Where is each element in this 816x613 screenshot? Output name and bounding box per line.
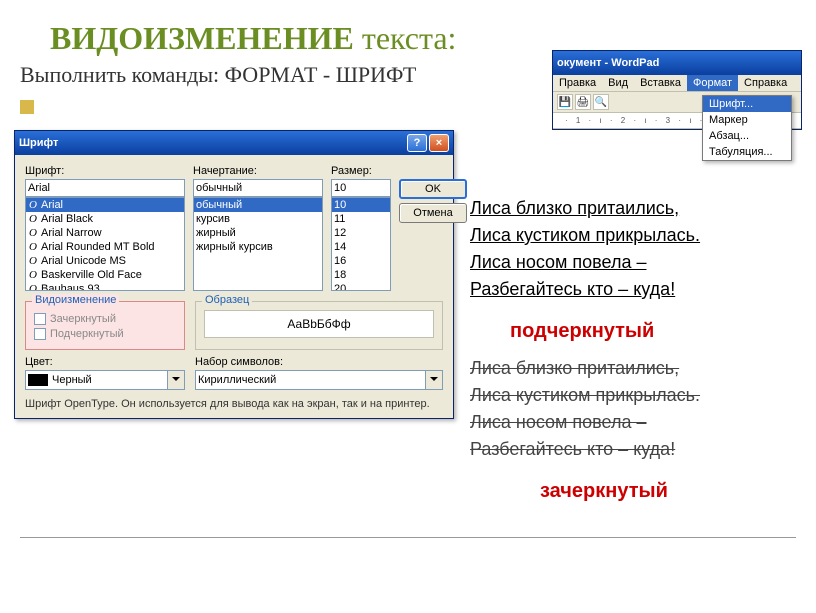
menu-edit[interactable]: Правка	[553, 75, 602, 91]
font-dialog: Шрифт ? × Шрифт: OArial OArial Black OAr…	[14, 130, 454, 419]
sample-label: Образец	[202, 294, 252, 306]
size-list[interactable]: 10 11 12 14 16 18 20	[331, 197, 391, 291]
strike-checkbox[interactable]: Зачеркнутый	[34, 313, 176, 325]
dropdown-paragraph[interactable]: Абзац...	[703, 128, 791, 144]
dropdown-font[interactable]: Шрифт...	[703, 96, 791, 112]
save-icon[interactable]: 💾	[557, 94, 573, 110]
poem-line: Лиса кустиком прикрылась.	[470, 382, 700, 409]
charset-combo[interactable]: Кириллический	[195, 370, 443, 390]
menu-view[interactable]: Вид	[602, 75, 634, 91]
slide-subtitle: Выполнить команды: ФОРМАТ - ШРИФТ	[20, 62, 416, 88]
menu-help[interactable]: Справка	[738, 75, 793, 91]
poem-line: Лиса близко притаились,	[470, 355, 700, 382]
style-item: жирный	[196, 227, 236, 239]
poem-strike: Лиса близко притаились, Лиса кустиком пр…	[470, 355, 700, 463]
underline-checkbox[interactable]: Подчеркнутый	[34, 328, 176, 340]
effects-group: Видоизменение Зачеркнутый Подчеркнутый	[25, 301, 185, 350]
dropdown-tabs[interactable]: Табуляция...	[703, 144, 791, 160]
charset-label: Набор символов:	[195, 356, 443, 368]
style-item: курсив	[196, 213, 230, 225]
wp-menubar: Правка Вид Вставка Формат Справка	[553, 75, 801, 92]
wp-title: окумент - WordPad	[557, 57, 659, 69]
font-item: Arial Narrow	[41, 227, 102, 239]
poem-line: Разбегайтесь кто – куда!	[470, 436, 700, 463]
cancel-button[interactable]: Отмена	[399, 203, 467, 223]
ok-button[interactable]: OK	[399, 179, 467, 199]
size-item: 12	[334, 227, 346, 239]
size-item: 11	[334, 213, 345, 225]
format-dropdown: Шрифт... Маркер Абзац... Табуляция...	[702, 95, 792, 161]
font-item: Baskerville Old Face	[41, 269, 142, 281]
size-item: 10	[334, 199, 346, 211]
dropdown-bullet[interactable]: Маркер	[703, 112, 791, 128]
font-item: Arial	[41, 199, 63, 211]
color-label: Цвет:	[25, 356, 185, 368]
poem-line: Лиса носом повела –	[470, 249, 700, 276]
size-input[interactable]	[331, 179, 391, 197]
label-strike: зачеркнутый	[540, 480, 668, 503]
sample-group: Образец АаВbБбФф	[195, 301, 443, 350]
poem-underlined: Лиса близко притаились, Лиса кустиком пр…	[470, 195, 700, 303]
preview-icon[interactable]: 🔍	[593, 94, 609, 110]
size-item: 18	[334, 269, 346, 281]
dialog-titlebar: Шрифт ? ×	[15, 131, 453, 155]
poem-line: Разбегайтесь кто – куда!	[470, 276, 700, 303]
font-list[interactable]: OArial OArial Black OArial Narrow OArial…	[25, 197, 185, 291]
size-label: Размер:	[331, 165, 391, 177]
color-combo[interactable]: Черный	[25, 370, 185, 390]
poem-line: Лиса носом повела –	[470, 409, 700, 436]
font-input[interactable]	[25, 179, 185, 197]
font-item: Arial Rounded MT Bold	[41, 241, 155, 253]
help-button[interactable]: ?	[407, 134, 427, 152]
effects-label: Видоизменение	[32, 294, 119, 306]
sample-text: АаВbБбФф	[204, 310, 434, 338]
print-icon[interactable]: 🖨	[575, 94, 591, 110]
menu-insert[interactable]: Вставка	[634, 75, 687, 91]
size-item: 20	[334, 283, 346, 291]
bottom-divider	[20, 537, 796, 538]
style-input[interactable]	[193, 179, 323, 197]
dialog-footer: Шрифт OpenType. Он используется для выво…	[15, 398, 453, 418]
font-label: Шрифт:	[25, 165, 185, 177]
menu-format[interactable]: Формат	[687, 75, 738, 91]
style-item: обычный	[196, 199, 242, 211]
poem-line: Лиса кустиком прикрылась.	[470, 222, 700, 249]
poem-line: Лиса близко притаились,	[470, 195, 700, 222]
font-item: Arial Unicode MS	[41, 255, 126, 267]
size-item: 14	[334, 241, 346, 253]
slide-title: ВИДОИЗМЕНЕНИЕ текста:	[50, 20, 456, 57]
style-list[interactable]: обычный курсив жирный жирный курсив	[193, 197, 323, 291]
style-label: Начертание:	[193, 165, 323, 177]
wp-titlebar: окумент - WordPad	[553, 51, 801, 75]
title-rest: текста:	[354, 20, 457, 56]
title-bold: ВИДОИЗМЕНЕНИЕ	[50, 20, 354, 56]
font-item: Bauhaus 93	[41, 283, 100, 291]
accent-square	[20, 100, 34, 114]
style-item: жирный курсив	[196, 241, 273, 253]
font-item: Arial Black	[41, 213, 93, 225]
label-underlined: подчеркнутый	[510, 320, 654, 343]
dialog-title: Шрифт	[19, 137, 58, 149]
size-item: 16	[334, 255, 346, 267]
close-button[interactable]: ×	[429, 134, 449, 152]
